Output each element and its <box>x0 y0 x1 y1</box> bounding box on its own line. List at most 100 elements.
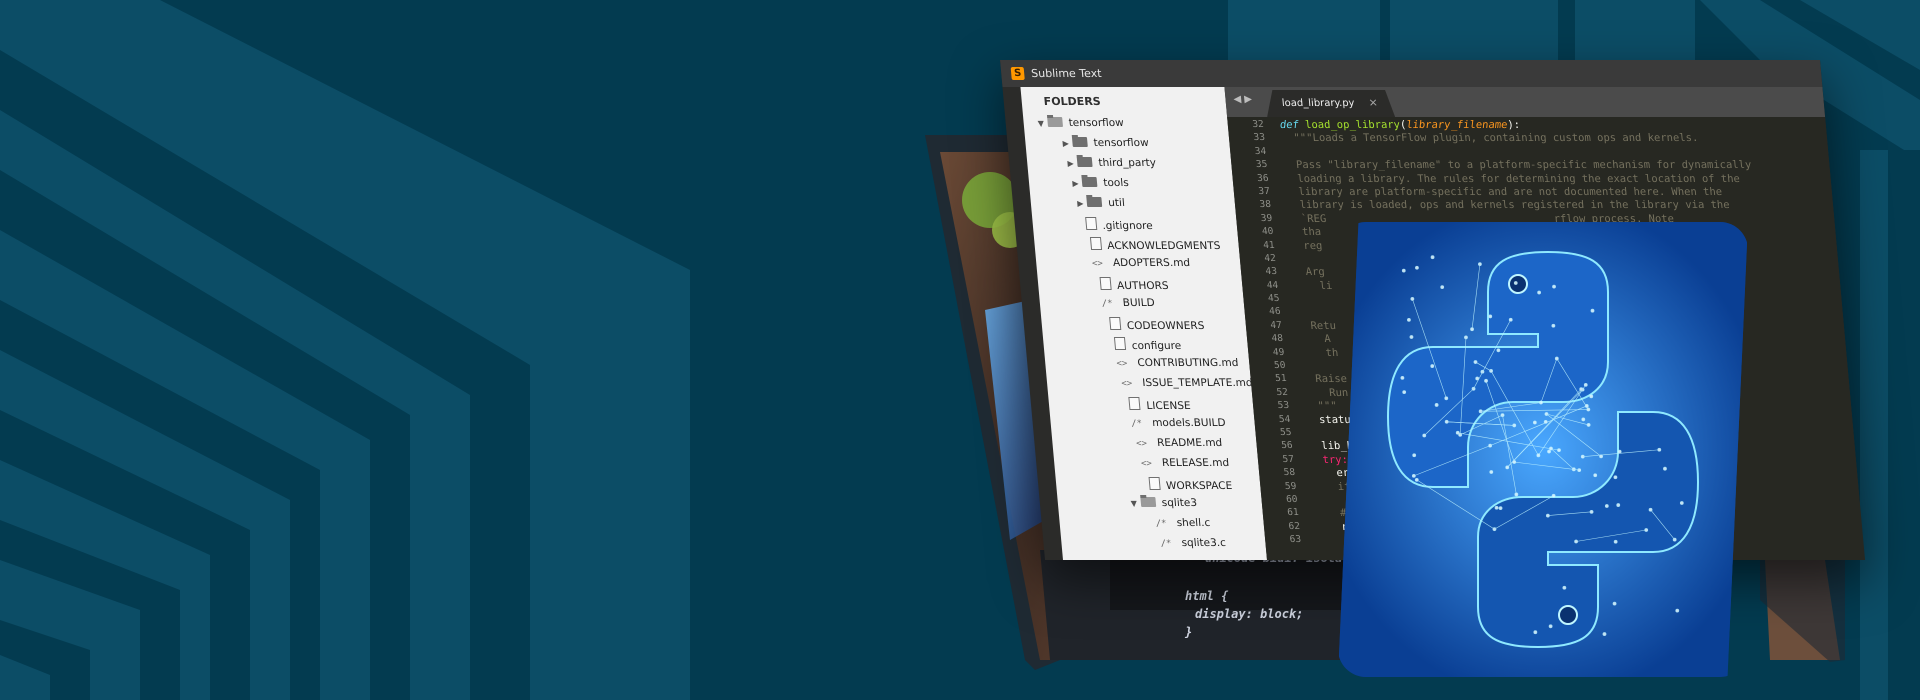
tree-item[interactable]: /* shell.c <box>1155 517 1211 537</box>
tree-item[interactable]: ▶ tools <box>1072 177 1130 197</box>
file-icon <box>1109 317 1122 330</box>
line-number: 52 <box>1275 386 1289 398</box>
tree-item-label: ADOPTERS.md <box>1112 257 1191 269</box>
mesh-node <box>1430 364 1435 368</box>
mesh-node <box>1434 403 1439 407</box>
tree-item[interactable]: <> README.md <box>1136 437 1224 457</box>
mesh-node <box>1657 447 1662 452</box>
code-file-icon: /* <box>1160 539 1172 549</box>
mesh-node <box>1602 632 1607 636</box>
tree-item-label: tensorflow <box>1068 117 1125 129</box>
mesh-node <box>1508 317 1513 322</box>
tab-nav-arrows-icon[interactable]: ◀▶ <box>1233 94 1255 105</box>
tree-item[interactable]: CODEOWNERS <box>1106 317 1205 337</box>
code-line: """Loads a TensorFlow plugin, containing… <box>1280 132 1699 145</box>
tree-item-label: RELEASE.md <box>1161 457 1230 469</box>
mesh-node <box>1545 513 1550 518</box>
line-number: 36 <box>1256 172 1270 184</box>
python-eye-bottom <box>1558 605 1578 625</box>
folder-icon <box>1076 157 1093 167</box>
line-number: 32 <box>1251 119 1265 130</box>
tree-item[interactable]: WORKSPACE <box>1145 477 1233 497</box>
tree-item[interactable]: ACKNOWLEDGMENTS <box>1087 237 1222 257</box>
tree-item-label: tensorflow <box>1093 137 1150 149</box>
tree-item[interactable]: LICENSE <box>1126 397 1192 417</box>
line-number: 48 <box>1271 333 1284 345</box>
tree-item[interactable]: AUTHORS <box>1096 277 1169 297</box>
mesh-node <box>1411 473 1416 478</box>
line-number: 40 <box>1261 226 1274 238</box>
tree-item[interactable]: .gitignore <box>1082 217 1154 237</box>
mesh-node <box>1557 448 1561 453</box>
tree-item[interactable]: /* BUILD <box>1101 297 1156 317</box>
code-line: library are platform-specific and are no… <box>1285 185 1723 198</box>
mesh-node <box>1549 446 1553 451</box>
line-number: 45 <box>1267 293 1280 305</box>
line-number: 53 <box>1277 400 1290 412</box>
line-number: 61 <box>1286 507 1300 519</box>
tree-item[interactable]: configure <box>1111 337 1182 357</box>
line-number: 54 <box>1278 413 1291 425</box>
css-snippet-line-4: } <box>1184 625 1192 639</box>
code-line: Pass "library_filename" to a platform-sp… <box>1282 159 1752 172</box>
mesh-node <box>1402 390 1407 394</box>
mesh-node <box>1484 378 1488 383</box>
line-number: 51 <box>1274 373 1288 385</box>
tree-item[interactable]: <> ISSUE_TEMPLATE.md <box>1121 377 1254 397</box>
expand-arrow-icon[interactable]: ▼ <box>1130 499 1141 508</box>
mesh-node <box>1422 433 1427 438</box>
tree-item[interactable]: ▼ tensorflow <box>1037 117 1125 137</box>
tree-item[interactable]: ▶ third_party <box>1067 157 1157 177</box>
code-line: loading a library. The rules for determi… <box>1284 172 1741 185</box>
tree-item[interactable]: ▶ util <box>1077 197 1126 217</box>
tab-label: load_library.py <box>1281 98 1355 109</box>
mesh-node <box>1473 360 1478 364</box>
line-number: 38 <box>1259 199 1272 211</box>
close-icon[interactable]: × <box>1368 96 1378 109</box>
mesh-node <box>1554 356 1559 361</box>
tree-item-label: BUILD <box>1122 297 1156 309</box>
file-icon <box>1089 237 1102 250</box>
file-icon <box>1114 337 1127 350</box>
line-number: 50 <box>1273 360 1286 372</box>
mesh-node <box>1562 585 1567 590</box>
css-snippet-line-3: display: block; <box>1195 607 1303 621</box>
folder-icon <box>1086 197 1103 207</box>
tree-item[interactable]: <> CONTRIBUTING.md <box>1116 357 1240 377</box>
tree-item[interactable]: ▶ tensorflow <box>1062 137 1150 157</box>
tree-item-label: shell.c <box>1176 517 1211 529</box>
tree-item[interactable]: <> ADOPTERS.md <box>1091 257 1191 277</box>
mesh-node <box>1613 539 1618 544</box>
line-number: 41 <box>1262 239 1276 251</box>
line-number: 49 <box>1272 346 1285 358</box>
folder-icon <box>1081 177 1098 187</box>
tree-item-label: CODEOWNERS <box>1126 320 1205 332</box>
mesh-node <box>1574 539 1578 544</box>
mesh-node <box>1512 460 1517 464</box>
window-titlebar[interactable]: S Sublime Text <box>1000 60 1823 87</box>
mesh-node <box>1589 509 1594 514</box>
mesh-node <box>1583 382 1588 387</box>
line-number: 55 <box>1279 426 1293 438</box>
mesh-node <box>1407 318 1411 322</box>
mesh-node <box>1581 417 1586 422</box>
tree-item[interactable]: /* sqlite3.c <box>1160 537 1227 557</box>
tree-item[interactable]: /* models.BUILD <box>1131 417 1227 437</box>
tree-item[interactable]: <> RELEASE.md <box>1140 457 1230 477</box>
code-line: def load_op_library(library_filename): <box>1279 119 1748 132</box>
tab-load-library[interactable]: load_library.py × <box>1265 90 1395 117</box>
mesh-node <box>1604 504 1609 508</box>
mesh-node <box>1489 369 1493 373</box>
tree-item[interactable]: ▼ sqlite3 <box>1130 497 1198 517</box>
window-title: Sublime Text <box>1030 67 1103 80</box>
mesh-node <box>1489 470 1494 474</box>
mesh-node <box>1599 454 1603 459</box>
code-file-icon: /* <box>1155 519 1168 529</box>
tree-item-label: models.BUILD <box>1151 417 1227 429</box>
mesh-node <box>1586 423 1591 427</box>
close-paren: ): <box>1506 119 1521 131</box>
mesh-node <box>1617 449 1622 454</box>
mesh-node <box>1496 348 1501 353</box>
mesh-node <box>1551 323 1556 328</box>
